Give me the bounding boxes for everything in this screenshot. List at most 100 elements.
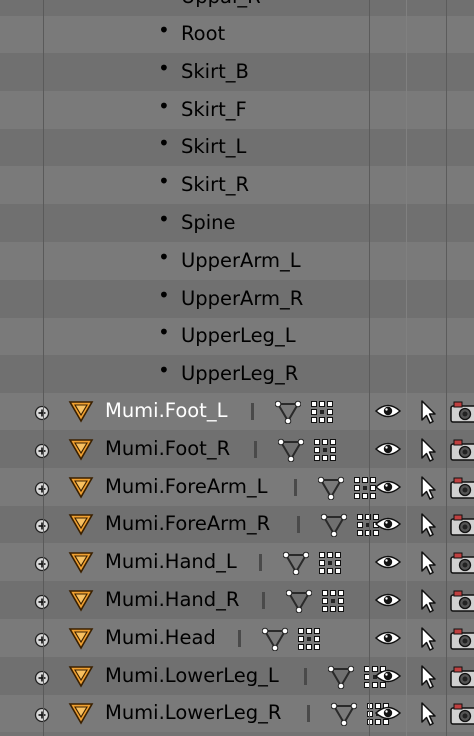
bone-row[interactable]: • Root	[0, 15, 474, 53]
bone-label: Uppal_R	[181, 0, 261, 16]
selectability-cursor-icon[interactable]	[419, 400, 437, 424]
visibility-eye-icon[interactable]	[374, 704, 402, 722]
visibility-eye-icon[interactable]	[374, 629, 402, 647]
object-label[interactable]: Mumi.Foot_L	[105, 392, 227, 430]
bone-label[interactable]: UpperLeg_R	[181, 355, 298, 393]
vertex-groups-icon[interactable]	[311, 401, 333, 423]
bone-label[interactable]: Skirt_L	[181, 128, 246, 166]
bone-label[interactable]: Skirt_F	[181, 91, 247, 129]
vertex-groups-icon[interactable]	[319, 552, 341, 575]
mesh-data-icon[interactable]	[330, 702, 358, 727]
render-camera-icon[interactable]	[450, 438, 474, 462]
mesh-data-icon[interactable]	[327, 665, 355, 689]
selectability-cursor-icon[interactable]	[419, 438, 437, 462]
object-row[interactable]: Mumi.ForeArm_L	[0, 467, 474, 506]
visibility-eye-icon[interactable]	[374, 553, 402, 571]
mesh-data-icon[interactable]	[320, 513, 348, 538]
render-camera-icon[interactable]	[450, 665, 474, 689]
bone-label[interactable]: UpperLeg_L	[181, 317, 296, 355]
bone-row[interactable]: • Skirt_F	[0, 90, 474, 129]
object-row[interactable]: Mumi.LowerLeg_L	[0, 656, 474, 695]
bone-label[interactable]: Skirt_B	[181, 53, 249, 91]
object-label[interactable]: Mumi.LowerLeg_L	[105, 657, 279, 695]
bone-label[interactable]: Spine	[181, 204, 236, 242]
visibility-eye-icon[interactable]	[374, 478, 402, 496]
mesh-data-icon[interactable]	[261, 627, 289, 652]
object-label[interactable]: Mumi.Hand_L	[105, 543, 237, 581]
mesh-object-icon[interactable]	[68, 664, 94, 688]
selectability-cursor-icon[interactable]	[419, 627, 437, 651]
mesh-object-icon[interactable]	[68, 512, 94, 536]
render-camera-icon[interactable]	[450, 589, 474, 613]
visibility-eye-icon[interactable]	[374, 515, 402, 533]
mesh-object-icon[interactable]	[68, 588, 94, 612]
selectability-cursor-icon[interactable]	[419, 664, 437, 689]
visibility-eye-icon[interactable]	[374, 591, 402, 609]
vertex-groups-icon[interactable]	[322, 590, 344, 612]
bone-label[interactable]: UpperArm_L	[181, 242, 301, 280]
mesh-object-icon[interactable]	[68, 626, 94, 650]
object-label[interactable]: Mumi.ForeArm_L	[105, 468, 267, 506]
expand-plus-icon[interactable]	[34, 705, 50, 723]
bone-row[interactable]: • UpperLeg_R	[0, 355, 474, 394]
vertex-groups-icon[interactable]	[314, 438, 336, 461]
object-row[interactable]: Mumi.Foot_L	[0, 392, 474, 430]
bone-row[interactable]: • Skirt_B	[0, 52, 474, 91]
bone-label[interactable]: Skirt_R	[181, 166, 249, 204]
expand-plus-icon[interactable]	[34, 592, 50, 610]
bone-row[interactable]: • UpperLeg_L	[0, 317, 474, 356]
render-camera-icon[interactable]	[450, 702, 474, 726]
render-camera-icon[interactable]	[450, 476, 474, 500]
selectability-cursor-icon[interactable]	[419, 589, 437, 613]
object-row[interactable]: Mumi.Head	[0, 618, 474, 657]
bone-label[interactable]: Root	[181, 15, 225, 53]
object-row[interactable]: Mumi.LowerLeg_R	[0, 694, 474, 733]
bone-row[interactable]: • Skirt_L	[0, 128, 474, 167]
render-camera-icon[interactable]	[450, 400, 474, 424]
object-label[interactable]: Mumi.Foot_R	[105, 430, 230, 468]
mesh-object-icon[interactable]	[68, 437, 94, 461]
mesh-data-icon[interactable]	[277, 438, 305, 463]
expand-plus-icon[interactable]	[34, 441, 50, 458]
expand-plus-icon[interactable]	[34, 554, 50, 572]
render-camera-icon[interactable]	[450, 551, 474, 575]
expand-plus-icon[interactable]	[34, 516, 50, 534]
mesh-data-icon[interactable]	[282, 551, 310, 576]
expand-plus-icon[interactable]	[34, 479, 50, 496]
selectability-cursor-icon[interactable]	[419, 475, 437, 500]
mesh-data-icon[interactable]	[285, 589, 313, 614]
render-camera-icon[interactable]	[450, 627, 474, 651]
visibility-eye-icon[interactable]	[374, 402, 402, 420]
mesh-object-icon[interactable]	[68, 399, 94, 423]
expand-plus-icon[interactable]	[34, 668, 50, 685]
object-label[interactable]: Mumi.ForeArm_R	[105, 505, 270, 543]
vertex-groups-icon[interactable]	[354, 476, 376, 499]
outliner-row[interactable]: • Uppal_R	[0, 0, 474, 16]
selectability-cursor-icon[interactable]	[419, 702, 437, 727]
mesh-object-icon[interactable]	[68, 475, 94, 499]
object-row[interactable]: Mumi.Hand_R	[0, 581, 474, 619]
object-row[interactable]: Mumi.Hand_L	[0, 543, 474, 582]
expand-plus-icon[interactable]	[34, 403, 50, 421]
bone-row[interactable]: • Spine	[0, 204, 474, 242]
object-label[interactable]: Mumi.LowerLeg_R	[105, 694, 281, 732]
object-label[interactable]: Mumi.Hand_R	[105, 581, 239, 619]
object-row[interactable]: Mumi.Foot_R	[0, 429, 474, 468]
visibility-eye-icon[interactable]	[374, 440, 402, 458]
bone-label[interactable]: UpperArm_R	[181, 280, 303, 318]
bone-row[interactable]: • UpperArm_L	[0, 241, 474, 280]
visibility-eye-icon[interactable]	[374, 667, 402, 685]
bone-row[interactable]: • Skirt_R	[0, 166, 474, 205]
mesh-object-icon[interactable]	[68, 701, 94, 725]
expand-plus-icon[interactable]	[34, 630, 50, 647]
mesh-data-icon[interactable]	[274, 400, 302, 425]
bone-row[interactable]: • UpperArm_R	[0, 279, 474, 318]
selectability-cursor-icon[interactable]	[419, 513, 437, 538]
vertex-groups-icon[interactable]	[298, 627, 320, 650]
render-camera-icon[interactable]	[450, 513, 474, 537]
selectability-cursor-icon[interactable]	[419, 551, 437, 575]
mesh-object-icon[interactable]	[68, 550, 94, 574]
object-label[interactable]: Mumi.Head	[105, 619, 216, 657]
object-row[interactable]: Mumi.ForeArm_R	[0, 505, 474, 544]
mesh-data-icon[interactable]	[317, 476, 345, 500]
